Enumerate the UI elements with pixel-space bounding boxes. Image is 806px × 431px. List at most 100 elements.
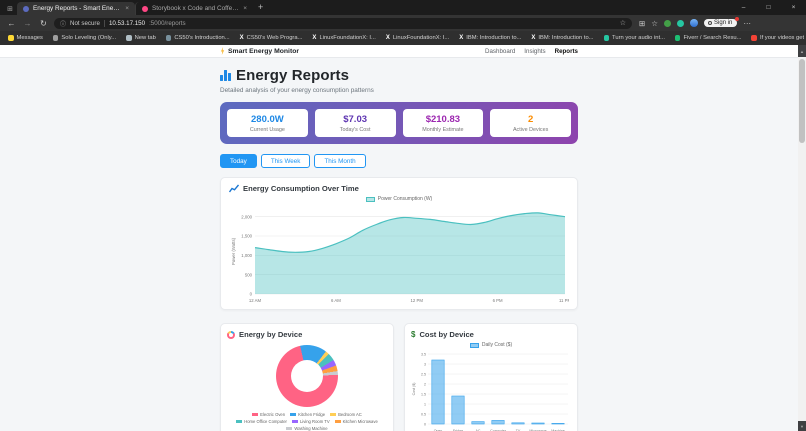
legend-item[interactable]: Kitchen Fridge [290, 412, 325, 417]
legend-label: Washing Machine [294, 426, 328, 431]
bookmarks-bar: Messages Solo Leveling (Only... New tab CS5… [0, 31, 806, 45]
legend-swatch [330, 412, 337, 417]
svg-text:3: 3 [424, 362, 426, 366]
scrollbar-thumb[interactable] [799, 59, 805, 143]
site-nav: Dashboard Insights Reports [485, 48, 578, 55]
bookmark-item[interactable]: CS50's Introduction... [165, 35, 230, 41]
bookmark-item[interactable]: X LinuxFoundationX: I... [386, 35, 449, 41]
stat-card: 280.0W Current Usage [227, 109, 308, 137]
stat-label: Active Devices [512, 127, 549, 133]
new-tab-button[interactable]: + [258, 2, 263, 12]
refresh-icon[interactable]: ↻ [38, 19, 49, 28]
extension-icon[interactable] [677, 19, 685, 27]
energy-by-device-card: Energy by Device Electric Oven Kitchen Fr… [220, 323, 394, 431]
minimize-button[interactable]: – [731, 0, 756, 14]
notification-badge [735, 17, 740, 21]
legend-swatch [236, 419, 243, 424]
tab-strip: ⊞ Energy Reports - Smart Energy M... × S… [0, 0, 806, 15]
bookmark-favicon-icon [165, 35, 172, 41]
extension-icon[interactable] [664, 19, 672, 27]
legend-item[interactable]: Living Room TV [291, 419, 330, 424]
favorites-star-icon[interactable]: ☆ [620, 19, 626, 27]
legend-label: Living Room TV [299, 419, 330, 424]
bookmark-label: LinuxFoundationX: I... [392, 35, 450, 41]
legend-item[interactable]: Washing Machine [286, 426, 328, 431]
bookmark-favicon-icon: X [459, 35, 464, 41]
bookmark-item[interactable]: Solo Leveling (Only... [52, 35, 117, 41]
bookmark-favicon-icon [52, 35, 59, 41]
nav-link-dashboard[interactable]: Dashboard [485, 48, 515, 55]
close-button[interactable]: × [781, 0, 806, 14]
collections-icon[interactable]: ⊞ [639, 19, 645, 28]
sign-in-button[interactable]: Sign in [704, 17, 740, 27]
stat-value: $210.83 [425, 114, 461, 125]
stat-card: 2 Active Devices [490, 109, 571, 137]
period-tab-this-month[interactable]: This Month [314, 154, 366, 168]
bookmark-favicon-icon: X [239, 35, 244, 41]
legend-swatch [365, 196, 375, 202]
browser-tab[interactable]: Storybook x Code and Coffee Ho... × [135, 2, 253, 15]
bookmark-item[interactable]: If your videos get st... [751, 35, 806, 41]
svg-text:6 AM: 6 AM [331, 298, 341, 303]
divider [103, 19, 105, 27]
back-icon[interactable]: ← [6, 19, 17, 28]
legend-item[interactable]: Bedroom AC [330, 412, 362, 417]
tab-favicon-icon [23, 5, 29, 12]
browser-tab-active[interactable]: Energy Reports - Smart Energy M... × [17, 2, 135, 15]
svg-text:2.5: 2.5 [421, 372, 426, 376]
legend-item[interactable]: Kitchen Microwave [334, 419, 378, 424]
legend-swatch [252, 412, 259, 417]
forward-icon[interactable]: → [22, 19, 33, 28]
bookmark-item[interactable]: Fiverr / Search Resu... [674, 35, 742, 41]
nav-link-insights[interactable]: Insights [524, 48, 545, 55]
bookmark-label: Fiverr / Search Resu... [683, 35, 742, 41]
bookmark-item[interactable]: Turn your audio int... [603, 35, 665, 41]
bookmark-item[interactable]: X LinuxFoundationX: I... [312, 35, 375, 41]
address-bar[interactable]: ⓘ Not secure 10.53.17.150 :5000/reports … [54, 17, 632, 29]
energy-doughnut-chart [276, 345, 338, 407]
bookmark-favicon-icon: X [385, 35, 390, 41]
bookmark-favicon-icon [674, 35, 681, 41]
bookmark-item[interactable]: New tab [126, 35, 156, 41]
page-scrollbar[interactable]: ▲ ▼ [798, 45, 806, 431]
period-tab-today[interactable]: Today [220, 154, 257, 168]
scroll-up-icon[interactable]: ▲ [798, 45, 806, 57]
favorites-icon[interactable]: ☆ [651, 19, 658, 28]
scroll-down-icon[interactable]: ▼ [798, 421, 806, 431]
browser-toolbar: ← → ↻ ⓘ Not secure 10.53.17.150 :5000/re… [0, 15, 806, 31]
svg-text:3.5: 3.5 [421, 352, 426, 356]
tab-actions-icon[interactable]: ⊞ [3, 2, 17, 15]
tab-close-icon[interactable]: × [125, 5, 129, 12]
maximize-button[interactable]: □ [756, 0, 781, 14]
period-tab-this-week[interactable]: This Week [260, 154, 311, 168]
legend-item[interactable]: Home Office Computer [236, 419, 287, 424]
legend-swatch [291, 419, 298, 424]
profile-avatar[interactable] [690, 19, 699, 27]
bookmark-item[interactable]: X CS50's Web Progra... [240, 35, 303, 41]
bookmark-item[interactable]: X IBM: Introduction to... [531, 35, 593, 41]
svg-text:0.5: 0.5 [421, 412, 426, 416]
stats-summary: 280.0W Current Usage $7.03 Today's Cost $210… [220, 102, 578, 144]
cost-by-device-title: Cost by Device [419, 330, 474, 339]
cost-bar-chart: 0 0.5 1 1.5 2 2.5 3 3.5 Oven Fridge AC Computer TV Mi… [411, 350, 571, 431]
bookmark-label: Solo Leveling (Only... [61, 35, 117, 41]
legend-label: Kitchen Fridge [298, 412, 326, 417]
bookmark-item[interactable]: X IBM: Introduction to... [459, 35, 521, 41]
main-content: Energy Reports Detailed analysis of your… [0, 58, 798, 431]
svg-text:500: 500 [245, 272, 253, 277]
stat-value: 2 [527, 114, 534, 125]
line-chart-icon [229, 184, 239, 193]
tab-close-icon[interactable]: × [243, 5, 247, 12]
svg-text:1: 1 [424, 402, 426, 406]
nav-link-reports[interactable]: Reports [555, 48, 578, 55]
chart-legend[interactable]: Daily Cost ($) [411, 342, 571, 348]
legend-swatch [334, 419, 341, 424]
site-brand[interactable]: Smart Energy Monitor [220, 47, 299, 55]
security-label: Not secure [70, 19, 100, 27]
bookmark-favicon-icon: X [312, 35, 317, 41]
legend-item[interactable]: Electric Oven [252, 412, 285, 417]
settings-menu-icon[interactable]: ⋯ [743, 19, 751, 28]
dollar-icon: $ [411, 330, 416, 339]
bookmark-item[interactable]: Messages [8, 35, 43, 41]
chart-legend[interactable]: Power Consumption (W) [229, 196, 569, 202]
